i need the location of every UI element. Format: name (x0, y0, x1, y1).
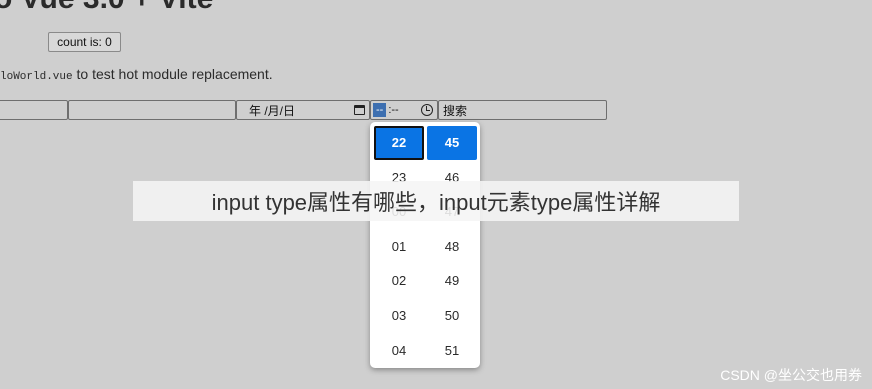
minute-option[interactable]: 51 (427, 334, 477, 368)
time-hour-segment[interactable]: -- (373, 103, 387, 117)
time-picker-dropdown: 22 23 00 01 02 03 04 45 46 47 48 49 50 5… (370, 122, 480, 368)
hour-column: 22 23 00 01 02 03 04 (374, 126, 424, 368)
page-title: o Vue 3.0 + Vite (0, 0, 213, 16)
time-minute-segment[interactable]: :-- (388, 104, 398, 116)
search-input[interactable]: 搜索 (438, 100, 607, 120)
csdn-watermark: CSDN @坐公交也用券 (720, 367, 862, 383)
clock-icon[interactable] (421, 104, 433, 116)
minute-option[interactable]: 50 (427, 299, 477, 333)
hour-option[interactable]: 02 (374, 264, 424, 298)
minute-option[interactable]: 45 (427, 126, 477, 160)
hint-text: to test hot module replacement. (72, 66, 273, 82)
minute-option[interactable]: 49 (427, 264, 477, 298)
minute-column: 45 46 47 48 49 50 51 (427, 126, 477, 368)
text-input-2[interactable] (68, 100, 236, 120)
count-button[interactable]: count is: 0 (48, 32, 121, 52)
calendar-icon[interactable] (354, 105, 365, 115)
article-title-banner: input type属性有哪些，input元素type属性详解 (133, 181, 739, 221)
hint-filename: loWorld.vue (0, 71, 73, 83)
date-input-value: 年 /月/日 (249, 103, 296, 118)
hour-option[interactable]: 04 (374, 334, 424, 368)
time-input[interactable]: -- :-- (370, 100, 438, 120)
minute-option[interactable]: 48 (427, 230, 477, 264)
date-input[interactable]: 年 /月/日 (236, 100, 370, 120)
text-input-1[interactable] (0, 100, 68, 120)
hmr-hint: loWorld.vue to test hot module replaceme… (0, 66, 273, 83)
hour-option[interactable]: 03 (374, 299, 424, 333)
hour-option[interactable]: 01 (374, 230, 424, 264)
hour-option[interactable]: 22 (374, 126, 424, 160)
